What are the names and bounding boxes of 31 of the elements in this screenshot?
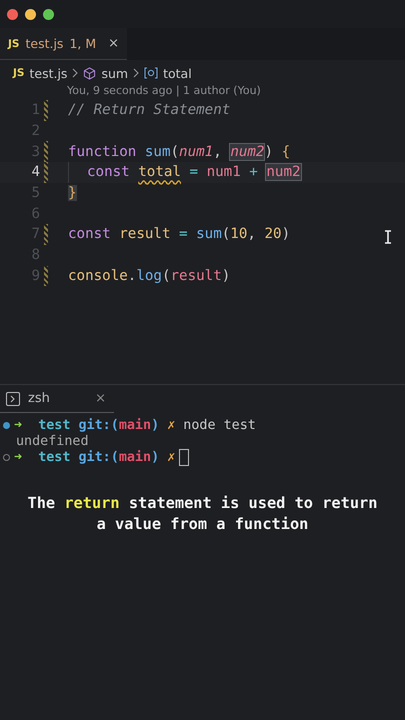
close-icon[interactable]: × [108, 36, 120, 51]
code-line: const total = num1 + num2 [87, 164, 301, 180]
breadcrumb-item[interactable]: sum [101, 66, 128, 80]
terminal-tab[interactable]: zsh × [0, 385, 114, 413]
variable-icon [144, 67, 158, 79]
terminal-prompt: ➜ test git:(main) ✗ node test [14, 418, 256, 432]
code-line: // Return Statement [68, 102, 230, 118]
editor-tab[interactable]: JS test.js 1, M × [0, 28, 128, 60]
window-control[interactable] [43, 8, 54, 20]
close-icon[interactable]: × [95, 391, 106, 406]
breadcrumb-item[interactable]: total [163, 66, 192, 80]
text-cursor-icon [384, 230, 392, 244]
tab-title: test.js [25, 36, 64, 51]
chevron-icon [133, 68, 140, 78]
tab-status-label: 1, M [69, 36, 96, 51]
breadcrumb-item[interactable]: test.js [29, 66, 68, 80]
terminal-icon [6, 392, 20, 406]
git-blame-annotation: You, 9 seconds ago | 1 author (You) [66, 83, 262, 99]
line-number: 4 [30, 164, 40, 180]
cube-icon [83, 66, 96, 80]
js-file-icon: JS [13, 67, 24, 79]
js-file-icon: JS [8, 38, 20, 50]
terminal-prompt: ➜ test git:(main) ✗ [14, 450, 176, 464]
code-line: function sum(num1, num2) { [68, 144, 290, 160]
window-control[interactable] [25, 8, 36, 20]
terminal-output: undefined [15, 434, 89, 448]
code-line: const result = sum(10, 20) [68, 226, 290, 242]
chevron-icon [72, 68, 78, 78]
code-line: console.log(result) [68, 268, 230, 284]
caption-text: The return statement is used to return a value from a function [26, 493, 378, 535]
window-control[interactable] [7, 8, 18, 20]
